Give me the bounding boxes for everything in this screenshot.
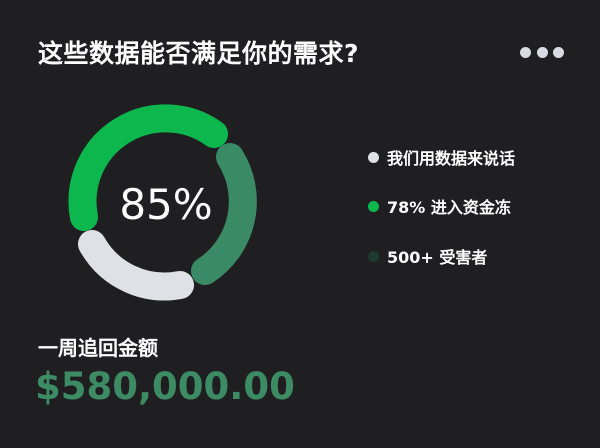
more-dot-icon xyxy=(520,46,531,58)
legend-swatch-icon xyxy=(368,250,379,262)
legend-item: 78% 进入资金冻 xyxy=(368,194,511,218)
donut-center-value: 85% xyxy=(119,180,213,229)
more-options-button[interactable] xyxy=(520,42,564,62)
legend-swatch-icon xyxy=(368,200,379,212)
summary-amount: $580,000.00 xyxy=(35,365,295,408)
card-title: 这些数据能否满足你的需求? xyxy=(38,39,360,68)
stats-card: 这些数据能否满足你的需求? 85% 我们用数据来说话 78% 进入资金冻 500… xyxy=(0,0,600,448)
legend-item: 我们用数据来说话 xyxy=(368,145,515,169)
legend-label: 78% 进入资金冻 xyxy=(387,198,511,217)
legend-item: 500+ 受害者 xyxy=(368,244,487,268)
more-dot-icon xyxy=(553,46,564,58)
more-dot-icon xyxy=(536,46,548,58)
legend-label: 我们用数据来说话 xyxy=(387,149,516,168)
legend-label: 500+ 受害者 xyxy=(387,248,488,267)
summary-label: 一周追回金额 xyxy=(38,336,158,360)
donut-segment-gray xyxy=(78,230,194,301)
legend-swatch-icon xyxy=(368,151,379,163)
